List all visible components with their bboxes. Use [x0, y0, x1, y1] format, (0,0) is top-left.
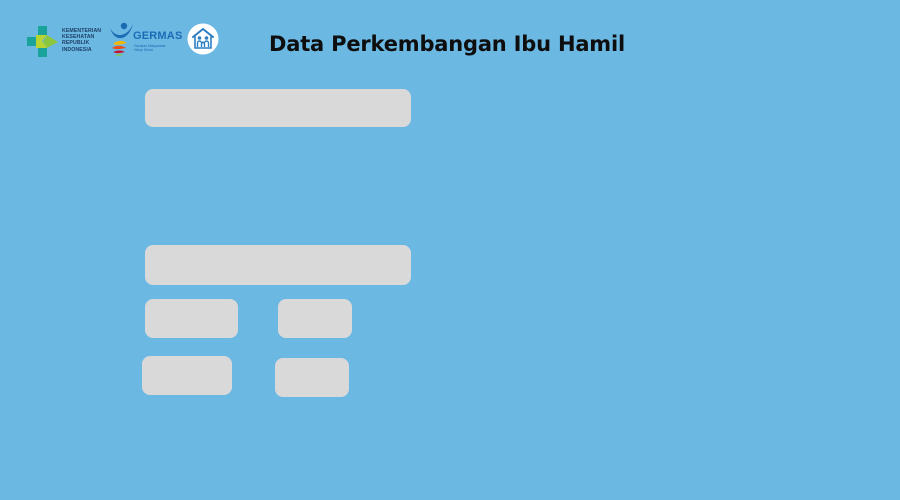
germas-logo-icon: [110, 22, 133, 56]
input-field-2[interactable]: [145, 245, 411, 285]
page-title: Data Perkembangan Ibu Hamil: [269, 32, 625, 56]
germas-wordmark: GERMAS: [133, 30, 183, 42]
kemenkes-wordmark: KEMENTERIAN KESEHATAN REPUBLIK INDONESIA: [62, 28, 101, 53]
germas-logo: GERMAS Gerakan Masyarakat Hidup Sehat: [107, 20, 183, 58]
input-field-1[interactable]: [145, 89, 411, 127]
input-field-3[interactable]: [145, 299, 238, 338]
kemenkes-logo-icon: [27, 26, 58, 57]
germas-tagline: Gerakan Masyarakat Hidup Sehat: [134, 44, 166, 52]
input-field-6[interactable]: [275, 358, 349, 397]
kemenkes-logo: KEMENTERIAN KESEHATAN REPUBLIK INDONESIA: [26, 25, 106, 59]
kemenkes-line-4: INDONESIA: [62, 46, 92, 53]
posyandu-logo: [187, 23, 219, 55]
input-field-5[interactable]: [142, 356, 232, 395]
posyandu-family-icon: [187, 23, 219, 55]
input-field-4[interactable]: [278, 299, 352, 338]
